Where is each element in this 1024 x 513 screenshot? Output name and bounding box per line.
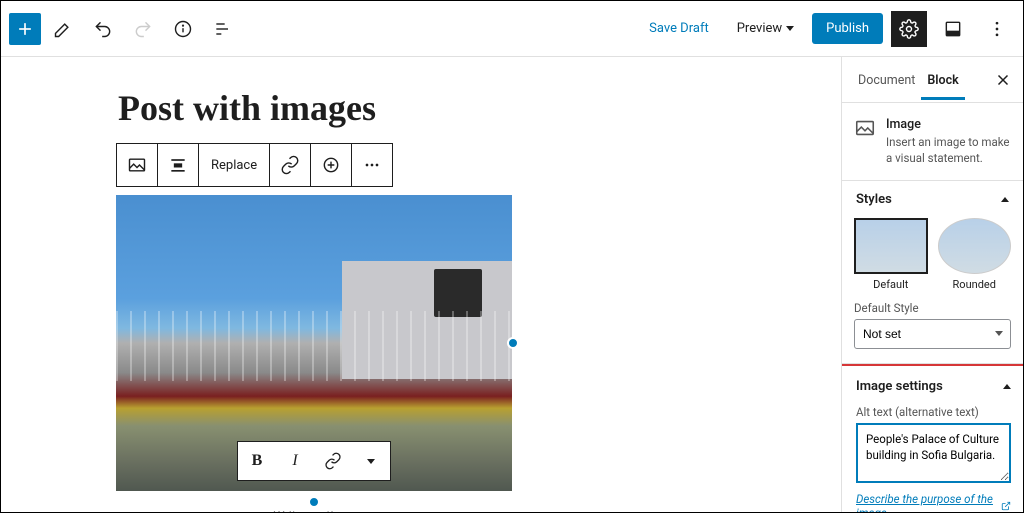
publish-button[interactable]: Publish [812,13,883,44]
settings-sidebar: Document Block Image Insert an image to … [841,57,1023,512]
crop-button[interactable] [311,144,351,186]
styles-toggle[interactable]: Styles [842,181,1023,218]
resize-handle-right[interactable] [507,337,519,349]
resize-handle-bottom[interactable] [308,496,320,508]
caption-input[interactable]: Write caption… [116,509,512,512]
outline-button[interactable] [205,11,241,47]
block-description: Insert an image to make a visual stateme… [886,134,1011,166]
tab-block[interactable]: Block [921,59,964,100]
image-settings-highlight: Image settings Alt text (alternative tex… [841,364,1023,512]
redo-button[interactable] [125,11,161,47]
caption-toolbar: B I [237,441,391,481]
link-button[interactable] [270,144,310,186]
alt-text-input[interactable] [856,423,1011,483]
undo-button[interactable] [85,11,121,47]
default-style-label: Default Style [854,301,1011,315]
replace-button[interactable]: Replace [199,158,269,173]
default-style-select[interactable]: Not set [854,319,1011,349]
chevron-up-icon [1003,384,1011,389]
preview-label: Preview [737,21,782,36]
panel-icon[interactable] [935,11,971,47]
styles-section: Styles Default Rounded Default Style [842,181,1023,364]
preview-button[interactable]: Preview [727,15,804,42]
post-title[interactable]: Post with images [116,87,726,129]
block-type-image-icon[interactable] [117,144,157,186]
add-block-button[interactable] [9,13,41,45]
chevron-up-icon [1001,197,1009,202]
bold-button[interactable]: B [238,442,276,480]
alt-text-label: Alt text (alternative text) [856,405,1011,419]
tab-document[interactable]: Document [852,59,921,100]
settings-button[interactable] [891,11,927,47]
sidebar-block-header: Image Insert an image to make a visual s… [842,103,1023,181]
block-name: Image [886,117,1011,132]
image-settings-toggle[interactable]: Image settings [856,368,1011,405]
alt-text-help-link[interactable]: Describe the purpose of the image [856,492,1011,512]
edit-icon[interactable] [45,11,81,47]
style-rounded[interactable]: Rounded [938,218,1012,291]
caption-link-button[interactable] [314,442,352,480]
info-button[interactable] [165,11,201,47]
chevron-down-icon [786,26,794,31]
image-icon [854,117,876,139]
caption-more-button[interactable] [352,442,390,480]
image-block[interactable]: B I [116,195,512,491]
close-sidebar-button[interactable] [989,66,1017,94]
top-toolbar: Save Draft Preview Publish [1,1,1023,57]
align-button[interactable] [158,144,198,186]
style-default[interactable]: Default [854,218,928,291]
more-button[interactable] [352,144,392,186]
save-draft-button[interactable]: Save Draft [639,15,719,42]
more-options-button[interactable] [979,11,1015,47]
block-toolbar: Replace [116,143,393,187]
editor-canvas[interactable]: Post with images Replace [1,57,841,512]
italic-button[interactable]: I [276,442,314,480]
